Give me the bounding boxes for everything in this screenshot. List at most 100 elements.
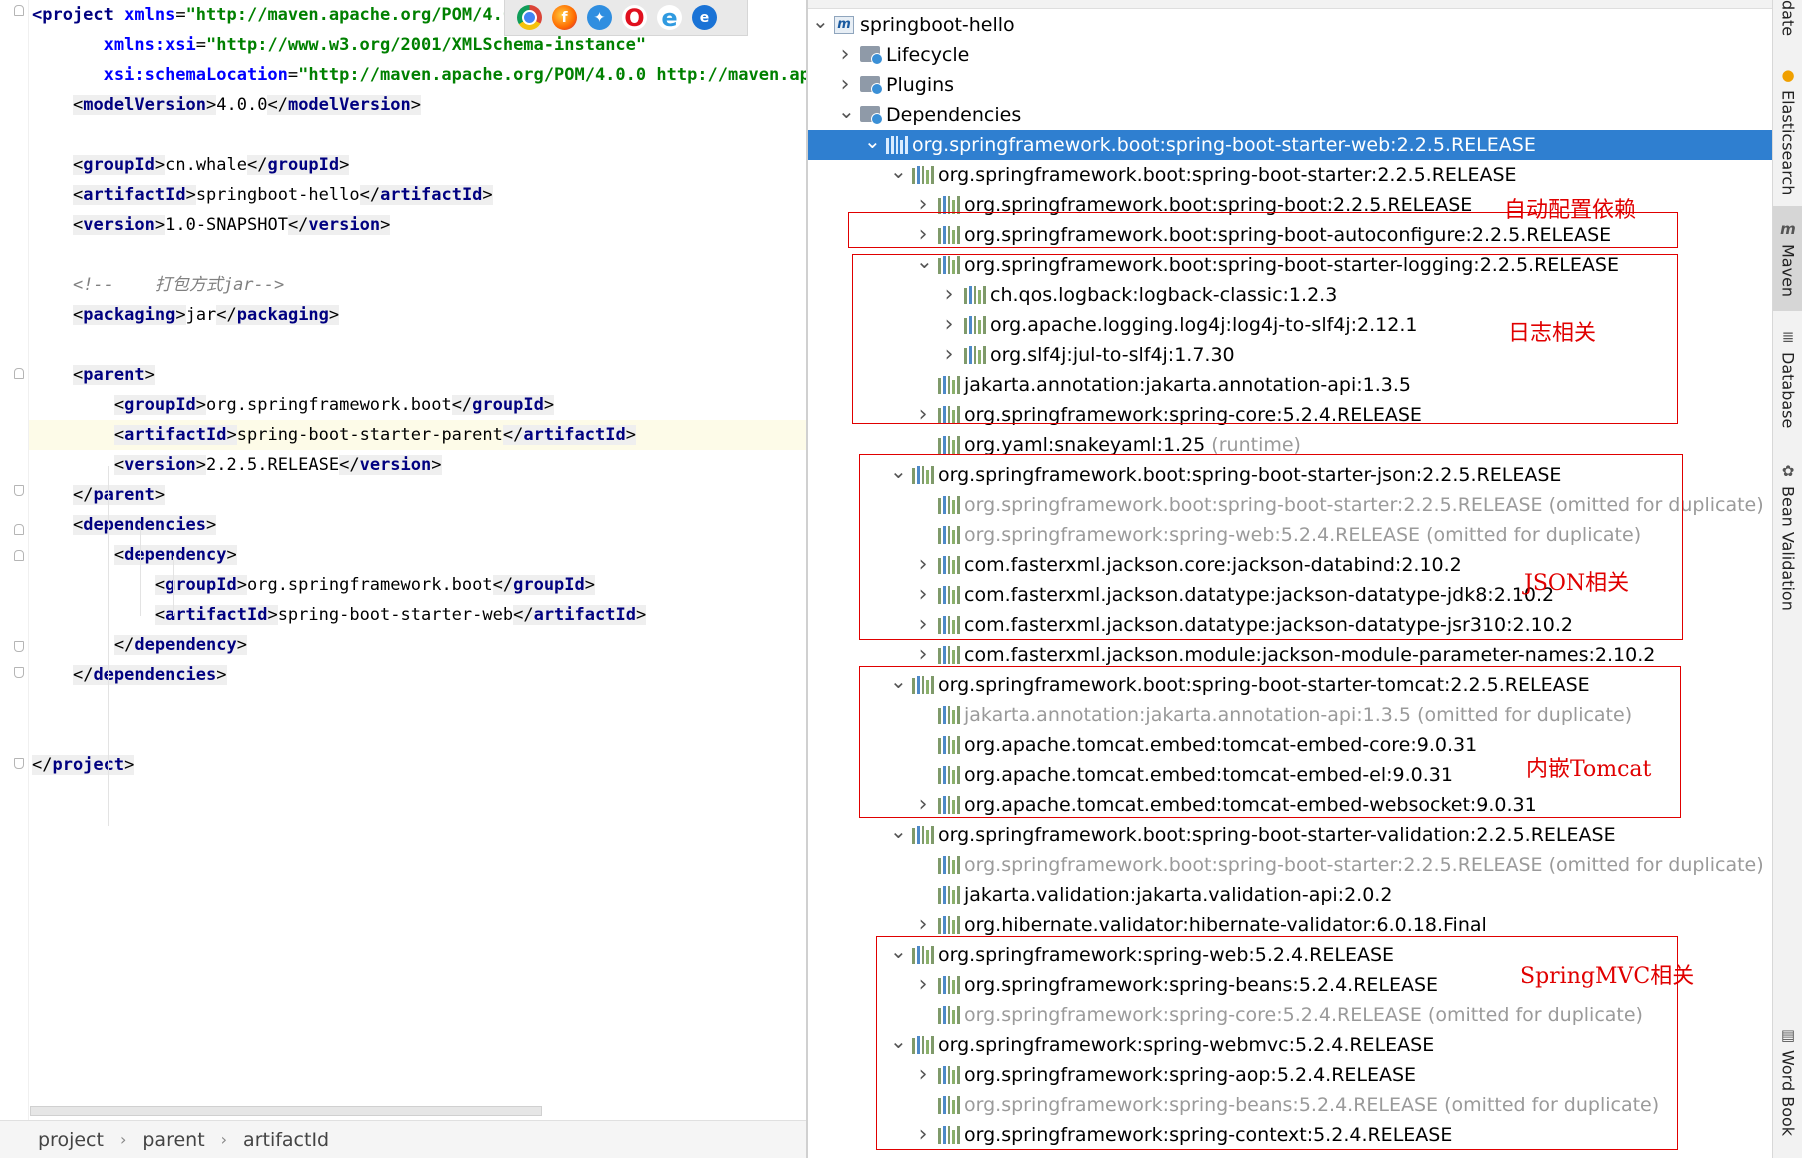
code-line[interactable]: <artifactId>springboot-hello</artifactId… — [32, 180, 493, 210]
code-line[interactable]: <project xmlns="http://maven.apache.org/… — [32, 0, 544, 30]
fold-marker-icon[interactable] — [14, 758, 24, 769]
tag-bracket: > — [185, 185, 196, 205]
tool-bean-validation[interactable]: ✿ Bean Validation — [1773, 462, 1802, 611]
tag-name: dependency — [134, 635, 237, 655]
opera-icon[interactable]: O — [622, 4, 647, 32]
xml-editor[interactable]: <project xmlns="http://maven.apache.org/… — [0, 0, 810, 1158]
tool-maven[interactable]: m Maven — [1773, 206, 1802, 312]
tag-name: artifactId — [533, 605, 636, 625]
safari-icon[interactable]: ✦ — [587, 5, 612, 30]
chevron-right-icon[interactable]: › — [838, 40, 852, 70]
code-line[interactable]: <parent> — [32, 360, 155, 390]
tag-name: packaging — [83, 305, 176, 325]
fold-marker-icon[interactable] — [14, 368, 24, 379]
tag-bracket: > — [226, 545, 237, 565]
tool-elasticsearch[interactable]: ● Elasticsearch — [1773, 66, 1802, 195]
indent-guide — [173, 556, 174, 616]
ie-icon[interactable]: e — [657, 4, 682, 32]
xml-tag: </modelVersion> — [267, 95, 422, 115]
chevron-down-icon[interactable]: ⌄ — [890, 160, 907, 190]
code-line[interactable]: <modelVersion>4.0.0</modelVersion> — [32, 90, 422, 120]
fold-marker-icon[interactable] — [14, 524, 24, 535]
tag-bracket: > — [482, 185, 493, 205]
fold-marker-icon[interactable] — [14, 641, 24, 652]
code-line[interactable]: <dependencies> — [32, 510, 217, 540]
tree-row[interactable]: ⌄ m springboot-hello — [808, 10, 1772, 40]
tag-name: groupId — [124, 395, 196, 415]
breadcrumb: project › parent › artifactId — [0, 1120, 806, 1158]
tool-label: Database — [1778, 352, 1798, 429]
library-icon — [938, 646, 960, 664]
code-line[interactable]: <dependency> — [32, 540, 237, 570]
tree-row[interactable]: ⌄ Dependencies — [808, 100, 1772, 130]
fold-marker-icon[interactable] — [14, 550, 24, 561]
tree-row[interactable]: › Lifecycle — [808, 40, 1772, 70]
chevron-down-icon[interactable]: ⌄ — [838, 100, 855, 130]
tree-row[interactable]: › Plugins — [808, 70, 1772, 100]
code-line[interactable]: <packaging>jar</packaging> — [32, 300, 340, 330]
code-line[interactable]: <groupId>cn.whale</groupId> — [32, 150, 350, 180]
tag-name: version — [124, 455, 196, 475]
horizontal-scrollbar[interactable] — [30, 1106, 542, 1116]
fold-marker-icon[interactable] — [14, 5, 24, 16]
code-line[interactable]: <version>1.0-SNAPSHOT</version> — [32, 210, 391, 240]
maven-dependency-tree[interactable]: ⌄ m springboot-hello › Lifecycle › Plugins ⌄ Dep… — [808, 0, 1772, 1158]
xml-tag: <dependencies> — [72, 515, 217, 535]
indent-guide — [108, 466, 109, 826]
code-line[interactable]: <groupId>org.springframework.boot</group… — [32, 390, 555, 420]
chevron-right-icon[interactable]: › — [838, 70, 852, 100]
library-icon — [938, 856, 960, 874]
tag-bracket: </ — [492, 575, 514, 595]
tag-bracket: > — [195, 455, 207, 475]
chevron-down-icon[interactable]: ⌄ — [812, 10, 829, 40]
xml-tag: </dependency> — [113, 635, 247, 655]
code-line[interactable]: </project> — [32, 750, 135, 780]
tool-database[interactable]: ≣ Database — [1773, 328, 1802, 428]
attribute-name: xsi:schemaLocation — [103, 65, 288, 85]
tool-date[interactable]: date — [1773, 0, 1802, 36]
tag-bracket: < — [72, 365, 84, 385]
tree-row-selected[interactable]: ⌄ org.springframework.boot:spring-boot-st… — [808, 130, 1772, 160]
attribute-value: "http://www.w3.org/2001/XMLSchema-instan… — [206, 35, 647, 55]
tree-row[interactable]: org.springframework.boot:spring-boot-sta… — [808, 850, 1772, 880]
code-line[interactable]: <version>2.2.5.RELEASE</version> — [32, 450, 442, 480]
code-line[interactable]: </parent> — [32, 480, 166, 510]
tree-row[interactable]: ⌄ org.springframework.boot:spring-boot-st… — [808, 160, 1772, 190]
xml-tag: </parent> — [72, 485, 166, 505]
tag-bracket: < — [72, 215, 84, 235]
tag-bracket: > — [206, 95, 217, 115]
edge-icon[interactable]: e — [692, 5, 717, 30]
code-line[interactable]: <artifactId>spring-boot-starter-parent</… — [32, 420, 636, 450]
code-line[interactable]: </dependency> — [32, 630, 247, 660]
xml-tag: <dependency> — [113, 545, 237, 565]
chevron-down-icon[interactable]: ⌄ — [890, 820, 907, 850]
breadcrumb-item[interactable]: project — [38, 1129, 104, 1151]
code-line[interactable]: </dependencies> — [32, 660, 227, 690]
tree-row[interactable]: jakarta.validation:jakarta.validation-ap… — [808, 880, 1772, 910]
tool-word-book[interactable]: ▤ Word Book — [1773, 1026, 1802, 1136]
tag-bracket: > — [154, 155, 166, 175]
firefox-icon[interactable]: f — [552, 5, 577, 30]
code-line[interactable]: xsi:schemaLocation="http://maven.apache.… — [32, 60, 810, 90]
fold-marker-icon[interactable] — [14, 667, 24, 678]
annotation-logging: 日志相关 — [1508, 321, 1597, 346]
fold-marker-icon[interactable] — [14, 485, 24, 496]
breadcrumb-item[interactable]: artifactId — [243, 1129, 329, 1151]
chrome-icon[interactable] — [517, 5, 542, 30]
code-line[interactable]: <!-- 打包方式jar--> — [32, 270, 284, 300]
tree-row[interactable]: ⌄ org.springframework.boot:spring-boot-st… — [808, 820, 1772, 850]
tag-name: dependencies — [93, 665, 217, 685]
chevron-down-icon[interactable]: ⌄ — [864, 130, 881, 160]
code-line[interactable]: <groupId>org.springframework.boot</group… — [32, 570, 596, 600]
tag-name: version — [308, 215, 381, 235]
breadcrumb-item[interactable]: parent — [142, 1129, 204, 1151]
tag-bracket: </ — [502, 425, 524, 445]
code-text: org.springframework.boot — [246, 575, 493, 595]
code-line[interactable]: <artifactId>spring-boot-starter-web</art… — [32, 600, 647, 630]
code-text: spring-boot-starter-parent — [236, 425, 503, 445]
tag-bracket: > — [236, 635, 247, 655]
